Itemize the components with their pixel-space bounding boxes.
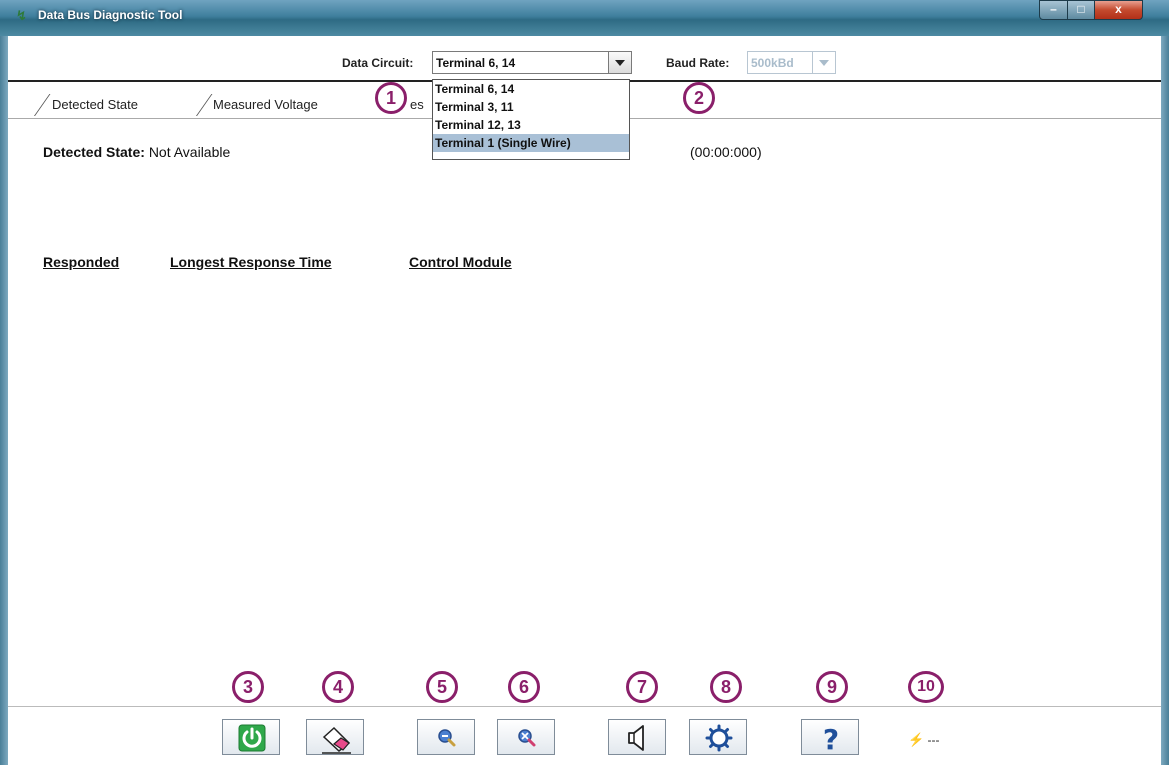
detected-state-value: Not Available (148, 144, 231, 160)
dropdown-option-selected[interactable]: Terminal 1 (Single Wire) (433, 134, 629, 152)
dropdown-option[interactable]: Terminal 12, 13 (433, 116, 629, 134)
app-window: ↯ Data Bus Diagnostic Tool – □ x Data Ci… (0, 0, 1169, 766)
clear-button[interactable] (306, 719, 364, 755)
annotation-badge-3: 3 (232, 671, 264, 703)
data-circuit-label: Data Circuit: (342, 56, 414, 70)
help-icon: ? (823, 723, 839, 756)
tab-measured-voltage[interactable]: Measured Voltage (213, 94, 318, 115)
tab-third[interactable]: es (410, 94, 424, 115)
gear-icon (705, 724, 733, 752)
annotation-badge-8: 8 (710, 671, 742, 703)
annotation-badge-7: 7 (626, 671, 658, 703)
annotation-badge-9: 9 (816, 671, 848, 703)
close-button[interactable]: x (1094, 0, 1143, 20)
settings-button[interactable] (689, 719, 747, 755)
annotation-badge-5: 5 (426, 671, 458, 703)
bottom-toolbar: ? ⚡ --- (8, 706, 1161, 766)
detected-state-label: Detected State: (43, 144, 145, 160)
window-frame-right (1161, 36, 1169, 765)
app-logo-icon: ↯ (16, 8, 27, 23)
baud-rate-label: Baud Rate: (666, 56, 730, 70)
zoom-reset-icon (518, 729, 536, 747)
dropdown-option[interactable]: Terminal 3, 11 (433, 98, 629, 116)
connection-status: ⚡ --- (908, 732, 940, 748)
annotation-badge-6: 6 (508, 671, 540, 703)
zoom-out-icon (438, 729, 456, 747)
zoom-out-button[interactable] (417, 719, 475, 755)
window-title: Data Bus Diagnostic Tool (38, 8, 183, 22)
window-frame-left (0, 36, 8, 765)
annotation-badge-2: 2 (683, 82, 715, 114)
timestamp: (00:00:000) (690, 144, 762, 160)
title-bar[interactable]: ↯ Data Bus Diagnostic Tool – □ x (0, 0, 1169, 37)
baud-rate-value: 500kBd (751, 56, 794, 70)
annotation-badge-10: 10 (908, 671, 944, 703)
speaker-icon (628, 725, 644, 751)
top-toolbar: Data Circuit: Terminal 6, 14 Baud Rate: … (8, 36, 1161, 82)
detected-state-row: Detected State: Not Available (43, 144, 230, 160)
column-header-responded[interactable]: Responded (43, 254, 119, 270)
tab-detected-state[interactable]: Detected State (52, 94, 138, 115)
annotation-badge-4: 4 (322, 671, 354, 703)
help-button[interactable]: ? (801, 719, 859, 756)
content-area: Data Circuit: Terminal 6, 14 Baud Rate: … (8, 36, 1161, 766)
chevron-down-icon (812, 52, 835, 73)
sound-button[interactable] (608, 719, 666, 755)
maximize-button[interactable]: □ (1067, 0, 1095, 20)
baud-rate-select: 500kBd (747, 51, 836, 74)
minimize-button[interactable]: – (1039, 0, 1068, 20)
power-button[interactable] (222, 719, 280, 755)
power-icon (238, 724, 266, 752)
dropdown-option[interactable]: Terminal 6, 14 (433, 80, 629, 98)
eraser-icon (322, 726, 351, 754)
column-header-control-module[interactable]: Control Module (409, 254, 512, 270)
status-text: --- (927, 733, 940, 747)
lightning-icon: ⚡ (908, 732, 925, 747)
svg-text:?: ? (823, 723, 839, 756)
chevron-down-icon[interactable] (608, 52, 631, 73)
annotation-badge-1: 1 (375, 82, 407, 114)
zoom-reset-button[interactable] (497, 719, 555, 755)
data-circuit-value: Terminal 6, 14 (436, 56, 516, 70)
data-circuit-select[interactable]: Terminal 6, 14 (432, 51, 632, 74)
data-circuit-dropdown-list[interactable]: Terminal 6, 14 Terminal 3, 11 Terminal 1… (432, 79, 630, 160)
column-header-longest-response-time[interactable]: Longest Response Time (170, 254, 332, 270)
